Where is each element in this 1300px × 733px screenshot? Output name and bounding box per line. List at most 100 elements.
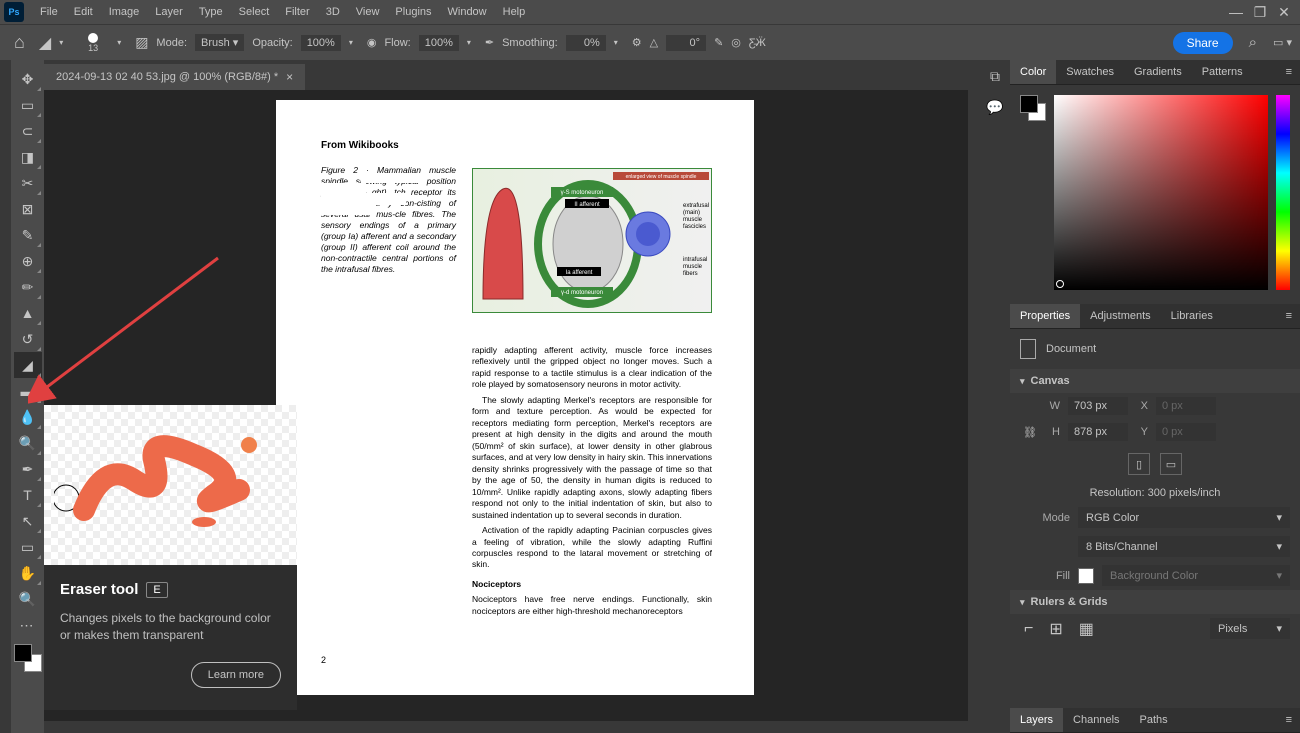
horizontal-scrollbar[interactable] (44, 721, 980, 733)
smoothing-gear-icon[interactable]: ⚙ (632, 36, 642, 49)
collapsed-comments-icon[interactable]: 💬 (986, 99, 1003, 116)
size-pressure-icon[interactable]: ✎ (714, 36, 723, 49)
menu-filter[interactable]: Filter (277, 6, 317, 18)
menu-image[interactable]: Image (101, 6, 148, 18)
search-icon[interactable]: ⌕ (1241, 34, 1265, 51)
gradients-tab[interactable]: Gradients (1124, 60, 1192, 84)
hand-tool[interactable]: ✋ (14, 560, 42, 586)
fill-select[interactable]: Background Color▾ (1102, 565, 1290, 586)
close-button[interactable]: ✕ (1272, 4, 1296, 21)
blur-tool[interactable]: 💧 (14, 404, 42, 430)
history-brush-tool[interactable]: ↺ (14, 326, 42, 352)
menu-3d[interactable]: 3D (318, 6, 348, 18)
orientation-portrait[interactable]: ▯ (1128, 453, 1150, 475)
grid-icon[interactable]: ⊞ (1045, 619, 1066, 639)
color-field[interactable] (1054, 95, 1268, 290)
foreground-background-colors[interactable] (14, 644, 42, 672)
svg-text:enlarged view of muscle spindl: enlarged view of muscle spindle (626, 174, 697, 180)
path-select-tool[interactable]: ↖ (14, 508, 42, 534)
close-tab-icon[interactable]: × (286, 70, 293, 84)
gradient-tool[interactable]: ▬ (14, 378, 42, 404)
y-input[interactable]: 0 px (1156, 423, 1216, 441)
opacity-pressure-icon[interactable]: ◉ (367, 36, 377, 49)
orientation-landscape[interactable]: ▭ (1160, 453, 1182, 475)
menu-window[interactable]: Window (440, 6, 495, 18)
healing-tool[interactable]: ⊕ (14, 248, 42, 274)
paths-tab[interactable]: Paths (1130, 708, 1178, 732)
guides-icon[interactable]: ▦ (1075, 619, 1098, 639)
tool-preset-icon[interactable]: ◢ (39, 33, 51, 53)
fill-swatch[interactable] (1078, 568, 1094, 584)
menu-layer[interactable]: Layer (147, 6, 191, 18)
flow-input[interactable]: 100% (419, 35, 459, 51)
symmetry-icon[interactable]: ◎ (731, 36, 741, 49)
ruler-icon[interactable]: ⌐ (1020, 620, 1037, 638)
panel-menu-icon[interactable]: ≡ (1278, 60, 1300, 84)
bits-select[interactable]: 8 Bits/Channel▾ (1078, 536, 1290, 557)
units-select[interactable]: Pixels▾ (1210, 618, 1290, 639)
vertical-scrollbar[interactable] (968, 90, 980, 733)
adjustments-tab[interactable]: Adjustments (1080, 304, 1161, 328)
mode-select[interactable]: Brush ▾ (195, 34, 244, 51)
learn-more-button[interactable]: Learn more (191, 662, 281, 688)
menu-plugins[interactable]: Plugins (387, 6, 439, 18)
svg-text:muscle: muscle (683, 217, 703, 223)
x-input[interactable]: 0 px (1156, 397, 1216, 415)
lasso-tool[interactable]: ⊂ (14, 118, 42, 144)
minimize-button[interactable]: — (1224, 4, 1248, 20)
crop-tool[interactable]: ✂ (14, 170, 42, 196)
eyedropper-tool[interactable]: ✎ (14, 222, 42, 248)
maximize-button[interactable]: ❐ (1248, 4, 1272, 21)
marquee-tool[interactable]: ▭ (14, 92, 42, 118)
color-mode-select[interactable]: RGB Color▾ (1078, 507, 1290, 528)
brush-size-preset[interactable]: 13 (77, 29, 109, 57)
menu-select[interactable]: Select (231, 6, 278, 18)
pen-tool[interactable]: ✒ (14, 456, 42, 482)
canvas-section[interactable]: ▾Canvas (1010, 369, 1300, 393)
channels-tab[interactable]: Channels (1063, 708, 1129, 732)
brush-tool[interactable]: ✏ (14, 274, 42, 300)
document-canvas[interactable]: From Wikibooks Figure 2 · Mammalian musc… (276, 100, 754, 695)
type-tool[interactable]: T (14, 482, 42, 508)
properties-menu-icon[interactable]: ≡ (1278, 304, 1300, 328)
angle-input[interactable]: 0° (666, 35, 706, 51)
menu-type[interactable]: Type (191, 6, 231, 18)
collapsed-history-icon[interactable]: ⧉ (990, 68, 1000, 85)
brush-panel-icon[interactable]: ▨ (135, 34, 148, 51)
opacity-input[interactable]: 100% (301, 35, 341, 51)
eraser-tool[interactable]: ◢ (14, 352, 42, 378)
share-button[interactable]: Share (1173, 32, 1233, 54)
shape-tool[interactable]: ▭ (14, 534, 42, 560)
rulers-section[interactable]: ▾Rulers & Grids (1010, 590, 1300, 614)
dodge-tool[interactable]: 🔍 (14, 430, 42, 456)
menu-help[interactable]: Help (495, 6, 534, 18)
smoothing-input[interactable]: 0% (566, 35, 606, 51)
libraries-tab[interactable]: Libraries (1161, 304, 1223, 328)
airbrush-icon[interactable]: ✒ (485, 36, 494, 49)
layers-menu-icon[interactable]: ≡ (1278, 708, 1300, 732)
object-select-tool[interactable]: ◨ (14, 144, 42, 170)
patterns-tab[interactable]: Patterns (1192, 60, 1253, 84)
workspace-icon[interactable]: ▭ ▾ (1273, 36, 1292, 49)
clone-stamp-tool[interactable]: ▲ (14, 300, 42, 326)
swatches-tab[interactable]: Swatches (1056, 60, 1124, 84)
menu-view[interactable]: View (348, 6, 388, 18)
document-tab[interactable]: 2024-09-13 02 40 53.jpg @ 100% (RGB/8#) … (44, 64, 305, 90)
collapsed-strip-left[interactable] (0, 60, 11, 733)
link-icon[interactable]: ⛓ (1020, 426, 1040, 439)
frame-tool[interactable]: ⊠ (14, 196, 42, 222)
zoom-tool[interactable]: 🔍 (14, 586, 42, 612)
edit-toolbar[interactable]: ⋯ (14, 612, 42, 638)
height-input[interactable]: 878 px (1068, 423, 1128, 441)
properties-tab[interactable]: Properties (1010, 304, 1080, 328)
butterfly-icon[interactable]: Ƹ̵Ӝ (749, 37, 766, 49)
color-tab[interactable]: Color (1010, 60, 1056, 84)
layers-tab[interactable]: Layers (1010, 708, 1063, 732)
menu-file[interactable]: File (32, 6, 66, 18)
color-swatch[interactable] (1020, 95, 1046, 121)
move-tool[interactable]: ✥ (14, 66, 42, 92)
home-icon[interactable]: ⌂ (8, 32, 31, 53)
hue-slider[interactable] (1276, 95, 1290, 290)
width-input[interactable]: 703 px (1068, 397, 1128, 415)
menu-edit[interactable]: Edit (66, 6, 101, 18)
